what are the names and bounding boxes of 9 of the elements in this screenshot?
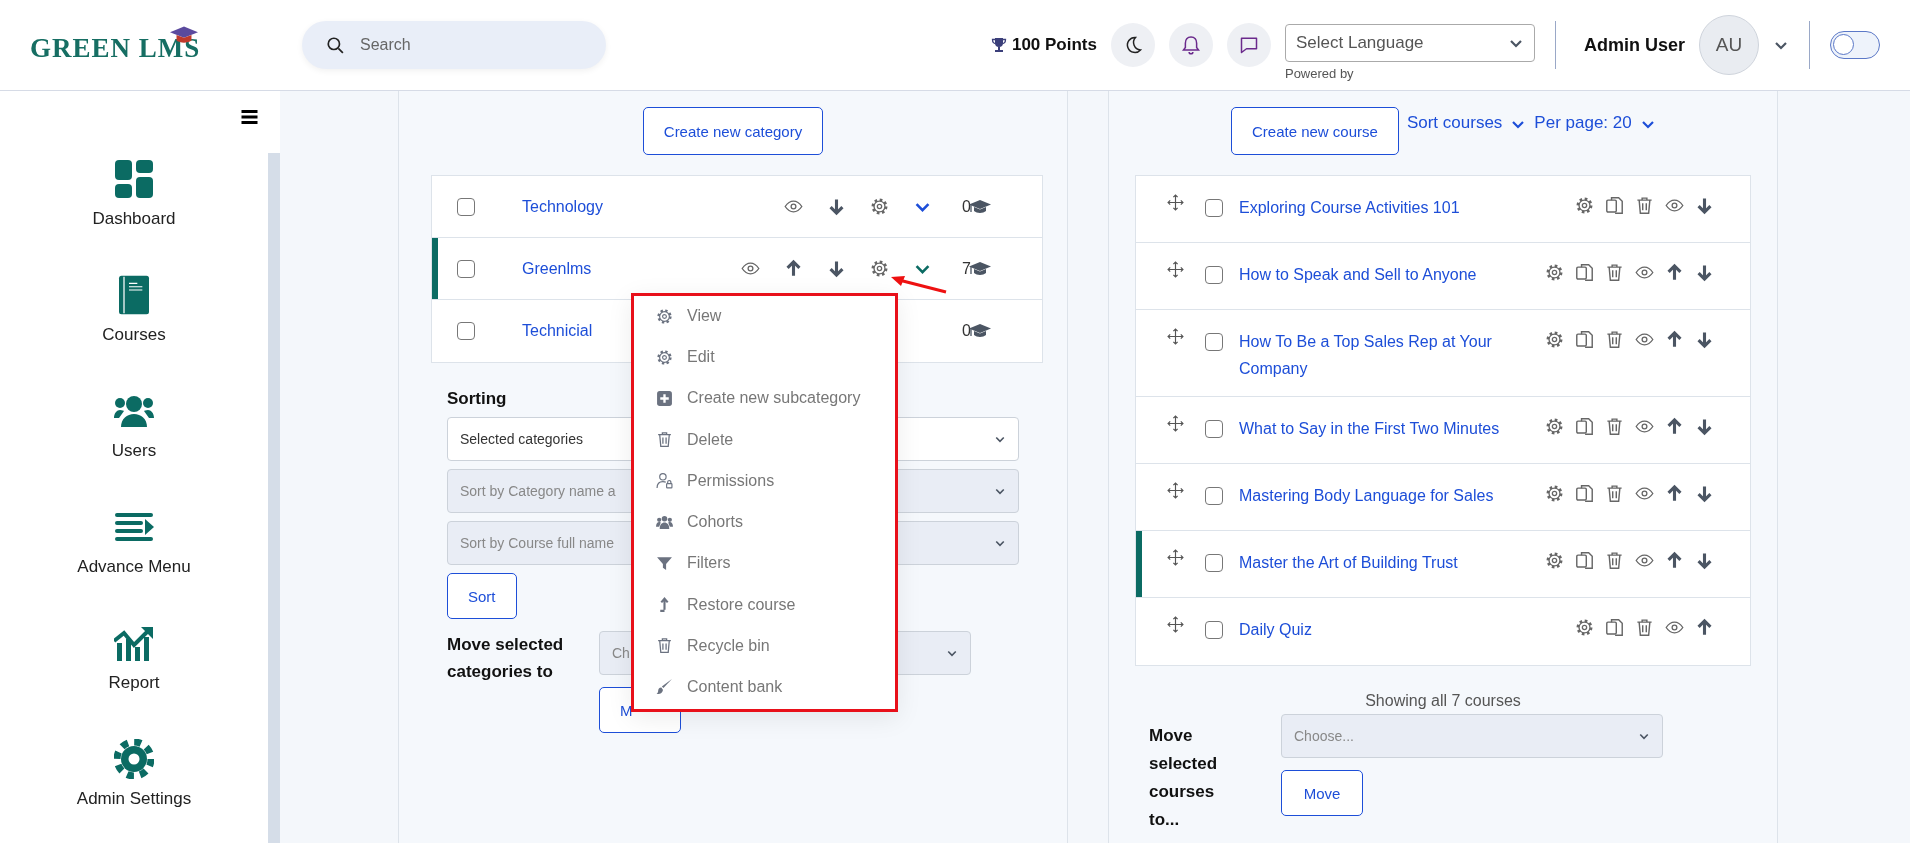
points-label: 100 Points <box>990 35 1097 55</box>
move-label: Move selected courses to... <box>1149 725 1219 831</box>
powered-by-text: Powered by <box>1284 65 1355 81</box>
course-count: 0 <box>962 197 971 216</box>
course-count: 7 <box>962 259 971 278</box>
sorting-label: Sorting <box>447 389 507 409</box>
courses-summary: Showing all 7 courses <box>1364 692 1522 710</box>
course-count: 0 <box>962 322 971 340</box>
move-label: Move selected categories to <box>447 634 565 683</box>
